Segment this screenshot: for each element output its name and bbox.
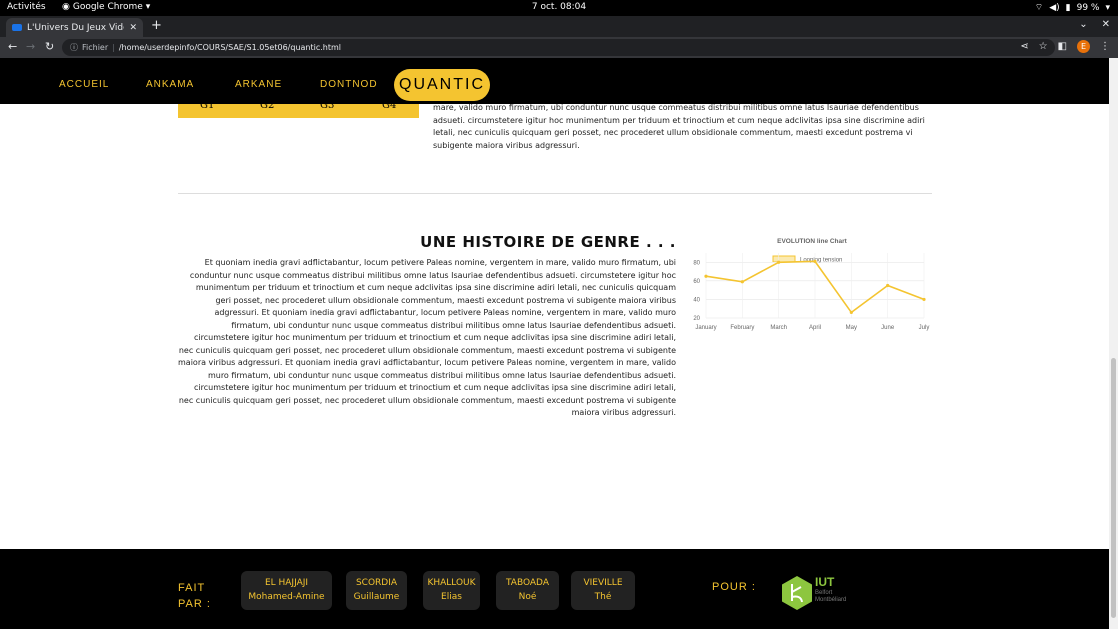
address-bar[interactable]: ⓘ Fichier | /home/userdepinfo/COURS/SAE/… — [62, 39, 1055, 56]
system-clock[interactable]: 7 oct. 08:04 — [0, 2, 1118, 12]
nav-link-arkane[interactable]: ARKANE — [235, 79, 282, 90]
wifi-icon: ⌔ — [1034, 3, 1044, 13]
side-panel-icon[interactable]: ◧ — [1058, 41, 1067, 52]
battery-level: 99 % — [1076, 2, 1100, 13]
iut-logo[interactable]: IUT Belfort Montbéliard — [781, 575, 861, 611]
share-icon[interactable]: ⋖ — [1020, 41, 1028, 52]
logo-name: IUT — [815, 575, 835, 589]
url-text: /home/userdepinfo/COURS/SAE/S1.05et06/qu… — [118, 43, 342, 52]
y-tick-label: 40 — [693, 297, 700, 303]
system-tray[interactable]: ⌔ ◀) ▮ 99 % ▾ — [1034, 2, 1110, 14]
section-divider — [178, 193, 932, 194]
x-tick-label: January — [695, 325, 716, 331]
info-icon: ⓘ — [70, 43, 78, 52]
logo-sub-line2: Montbéliard — [815, 597, 847, 603]
section-title: UNE HISTOIRE DE GENRE . . . — [420, 233, 676, 251]
y-tick-label: 80 — [693, 260, 700, 266]
web-page: G1 G2 G3 G4 mare, valido muro firmatum, … — [0, 58, 1109, 629]
kebab-menu-icon[interactable]: ⋮ — [1100, 41, 1110, 52]
legend-swatch — [772, 255, 796, 263]
nav-link-ankama[interactable]: ANKAMA — [146, 79, 194, 90]
tab-title: L'Univers Du Jeux Vidéo F — [27, 22, 124, 33]
x-tick-label: March — [770, 325, 787, 331]
favicon-icon — [12, 24, 22, 31]
x-tick-label: May — [846, 325, 857, 331]
nav-link-quantic-active[interactable]: QUANTIC — [394, 69, 490, 101]
data-point — [922, 297, 926, 302]
back-icon[interactable]: ← — [8, 40, 17, 53]
system-top-bar: Activités ◉ Google Chrome ▾ 7 oct. 08:04… — [0, 0, 1118, 16]
author-last-name: EL HAJJAJI — [264, 578, 309, 588]
author-first-name: Elias — [441, 592, 462, 602]
new-tab-button[interactable]: + — [151, 18, 162, 33]
logo-sub-line1: Belfort — [815, 590, 833, 596]
x-tick-label: February — [730, 325, 754, 331]
iut-hexagon-icon — [782, 576, 812, 610]
nav-link-dontnod[interactable]: DONTNOD — [320, 79, 378, 90]
pour-label: POUR : — [712, 581, 756, 593]
data-point — [777, 260, 781, 264]
y-tick-label: 20 — [693, 316, 700, 322]
forward-icon[interactable]: → — [26, 40, 35, 53]
x-tick-label: June — [881, 325, 895, 331]
author-first-name: Noé — [518, 592, 537, 602]
profile-avatar[interactable]: E — [1077, 40, 1090, 53]
legend-label: Looping tension — [800, 258, 842, 264]
author-last-name: KHALLOUK — [427, 578, 476, 588]
author-card[interactable]: SCORDIA Guillaume — [346, 571, 407, 610]
evolution-line-chart: EVOLUTION line Chart Looping tension 20 40 6… — [693, 238, 930, 331]
x-tick-label: April — [809, 325, 821, 331]
author-first-name: Guillaume — [353, 592, 400, 602]
intro-paragraph: mare, valido muro firmatum, ubi conduntu… — [433, 103, 925, 150]
toolbar-actions: ⋖ ☆ ◧ E ⋮ — [1020, 40, 1110, 53]
data-point — [740, 280, 744, 284]
chart-title: EVOLUTION line Chart — [777, 238, 848, 245]
data-point — [704, 274, 708, 278]
chevron-down-icon: ▾ — [1105, 2, 1110, 13]
site-navbar: ACCUEIL ANKAMA ARKANE DONTNOD QUANTIC — [0, 58, 1109, 104]
fait-par-label: FAIT PAR : — [178, 580, 211, 612]
window-close-icon[interactable]: ✕ — [1102, 19, 1110, 30]
url-separator: | — [112, 43, 115, 52]
close-icon[interactable]: ✕ — [129, 23, 137, 33]
reload-icon[interactable]: ↻ — [45, 40, 54, 53]
y-tick-label: 60 — [693, 279, 700, 285]
browser-toolbar: ← → ↻ ⓘ Fichier | /home/userdepinfo/COUR… — [0, 37, 1118, 58]
tab-controls: ⌄ ✕ — [1079, 19, 1110, 30]
author-last-name: TABOADA — [506, 578, 549, 588]
nav-link-accueil[interactable]: ACCUEIL — [59, 79, 109, 90]
tab-strip: L'Univers Du Jeux Vidéo F ✕ + ⌄ ✕ — [0, 16, 1118, 37]
scrollbar-thumb[interactable] — [1111, 358, 1116, 618]
browser-tab[interactable]: L'Univers Du Jeux Vidéo F ✕ — [6, 18, 143, 37]
fait-par-line1: FAIT — [178, 582, 206, 594]
section-paragraph: Et quoniam inedia gravi adflictabantur, … — [178, 258, 676, 417]
fait-par-line2: PAR : — [178, 598, 211, 610]
author-card[interactable]: TABOADA Noé — [496, 571, 559, 610]
author-card[interactable]: EL HAJJAJI Mohamed-Amine — [241, 571, 332, 610]
author-first-name: Mohamed-Amine — [248, 592, 325, 602]
author-card[interactable]: VIEVILLE Thé — [571, 571, 635, 610]
x-tick-label: July — [919, 325, 930, 331]
tab-search-icon[interactable]: ⌄ — [1079, 19, 1087, 30]
battery-icon: ▮ — [1065, 2, 1071, 13]
page-scrollbar[interactable] — [1109, 58, 1118, 629]
volume-icon: ◀) — [1049, 2, 1060, 13]
author-last-name: SCORDIA — [355, 578, 398, 588]
bookmark-star-icon[interactable]: ☆ — [1039, 41, 1048, 52]
data-point — [886, 283, 890, 288]
author-first-name: Thé — [594, 592, 612, 602]
url-scheme: Fichier — [82, 43, 109, 52]
data-point — [849, 310, 853, 315]
site-footer: FAIT PAR : EL HAJJAJI Mohamed-Amine SCOR… — [0, 549, 1109, 629]
data-point — [813, 259, 817, 263]
author-card[interactable]: KHALLOUK Elias — [423, 571, 480, 610]
author-last-name: VIEVILLE — [583, 578, 623, 588]
logo-subtitle: Belfort Montbéliard — [815, 590, 846, 604]
